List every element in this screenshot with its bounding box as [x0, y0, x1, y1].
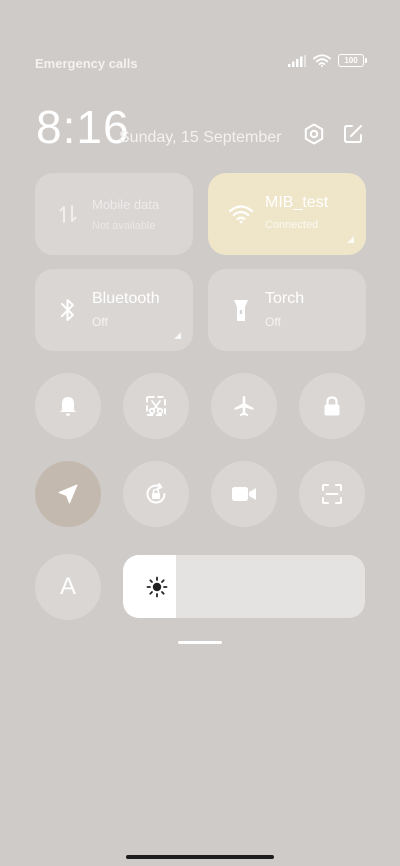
video-camera-icon	[231, 484, 257, 504]
screen-recorder-button[interactable]	[211, 461, 277, 527]
mobile-data-tile[interactable]: Mobile data Not available	[35, 173, 193, 255]
airplane-mode-button[interactable]	[211, 373, 277, 439]
date-label: Sunday, 15 September	[119, 129, 282, 146]
status-bar: Emergency calls 100	[0, 52, 400, 74]
bluetooth-expand-corner[interactable]	[174, 332, 181, 339]
battery-level: 100	[344, 55, 358, 65]
airplane-icon	[232, 394, 256, 418]
rotation-lock-icon	[143, 481, 169, 507]
location-icon	[57, 483, 79, 505]
torch-tile[interactable]: Torch Off	[208, 269, 366, 351]
clock-time: 8:16	[36, 101, 130, 153]
status-carrier-text: Emergency calls	[35, 56, 138, 71]
wifi-network-label: MIB_test	[265, 194, 329, 211]
sound-toggle-button[interactable]	[35, 373, 101, 439]
scanner-button[interactable]	[299, 461, 365, 527]
rotation-lock-button[interactable]	[123, 461, 189, 527]
lock-icon	[320, 394, 344, 418]
wifi-tile[interactable]: MIB_test Connected	[208, 173, 366, 255]
sun-icon	[145, 575, 169, 599]
torch-label: Torch	[265, 290, 305, 307]
mobile-data-label: Mobile data	[92, 197, 160, 212]
scan-icon	[320, 482, 344, 506]
bell-icon	[56, 394, 80, 418]
wifi-icon	[226, 199, 256, 229]
gesture-navigation-bar[interactable]	[126, 855, 274, 859]
wifi-status: Connected	[265, 219, 319, 231]
bluetooth-label: Bluetooth	[92, 290, 160, 307]
wifi-expand-corner[interactable]	[347, 236, 354, 243]
bluetooth-icon	[53, 295, 83, 325]
status-icons: 100	[288, 54, 367, 67]
panel-drag-handle[interactable]	[178, 641, 222, 644]
auto-brightness-button[interactable]: A	[35, 554, 101, 620]
auto-brightness-icon: A	[59, 573, 76, 600]
screenshot-button[interactable]	[123, 373, 189, 439]
location-button[interactable]	[35, 461, 101, 527]
wifi-icon	[313, 54, 331, 67]
edit-icon[interactable]	[341, 122, 365, 146]
screenshot-icon	[144, 394, 168, 418]
bluetooth-tile[interactable]: Bluetooth Off	[35, 269, 193, 351]
clock-header: 8:16 Sunday, 15 September	[36, 100, 366, 156]
signal-icon	[288, 54, 306, 67]
lock-button[interactable]	[299, 373, 365, 439]
brightness-slider[interactable]	[123, 555, 365, 618]
battery-icon: 100	[338, 54, 367, 67]
bluetooth-status: Off	[92, 315, 108, 329]
mobile-data-status: Not available	[92, 220, 156, 232]
torch-icon	[226, 295, 256, 325]
mobile-data-icon	[53, 199, 83, 229]
torch-status: Off	[265, 315, 281, 329]
gear-icon[interactable]	[302, 122, 326, 146]
